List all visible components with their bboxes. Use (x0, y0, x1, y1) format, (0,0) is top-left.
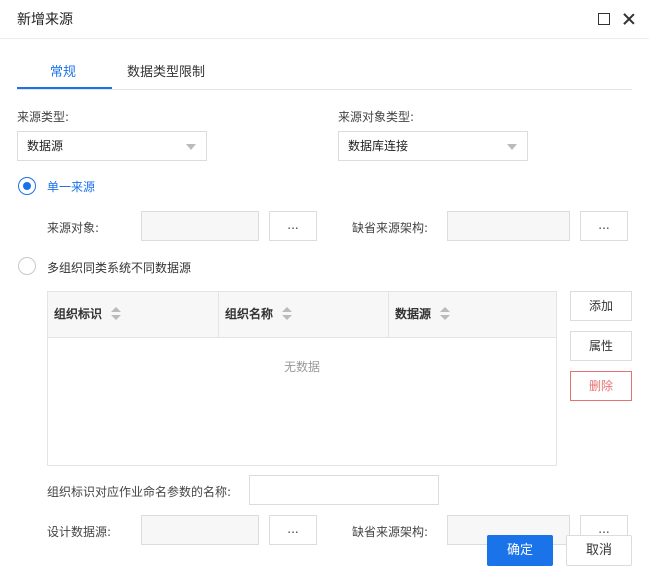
multi-org-label[interactable]: 多组织同类系统不同数据源 (47, 259, 191, 276)
column-header-org-name[interactable]: 组织名称 (218, 292, 388, 338)
design-datasource-label: 设计数据源: (47, 525, 112, 539)
source-object-input[interactable] (141, 211, 259, 241)
table-header-row: 组织标识 组织名称 数据源 (48, 292, 556, 338)
param-name-input[interactable] (249, 475, 439, 505)
cancel-button[interactable]: 取消 (566, 535, 632, 566)
default-schema-browse-button[interactable]: ... (580, 211, 628, 241)
source-type-value: 数据源 (27, 139, 64, 153)
source-object-browse-button[interactable]: ... (269, 211, 317, 241)
chevron-down-icon (507, 144, 517, 150)
ok-button[interactable]: 确定 (487, 535, 553, 566)
default-schema-input[interactable] (447, 211, 570, 241)
sort-icon (440, 307, 450, 321)
default-schema-label: 缺省来源架构: (352, 221, 429, 235)
source-object-type-value: 数据库连接 (348, 139, 409, 153)
column-header-label: 组织名称 (225, 307, 274, 321)
single-source-label[interactable]: 单一来源 (47, 178, 95, 195)
tab-divider (17, 89, 632, 90)
delete-button[interactable]: 删除 (570, 371, 632, 401)
dialog-title: 新增来源 (17, 12, 73, 28)
multi-org-radio[interactable] (18, 257, 36, 275)
sort-icon (282, 307, 292, 321)
column-header-label: 组织标识 (54, 307, 103, 321)
org-table: 组织标识 组织名称 数据源 无数据 (47, 291, 557, 466)
source-object-type-label: 来源对象类型: (338, 110, 415, 124)
properties-button[interactable]: 属性 (570, 331, 632, 361)
tab-data-type-limits[interactable]: 数据类型限制 (127, 61, 205, 80)
maximize-icon[interactable] (597, 12, 611, 26)
multi-default-schema-label: 缺省来源架构: (352, 525, 429, 539)
param-name-label: 组织标识对应作业命名参数的名称: (47, 485, 232, 499)
tab-active-indicator (17, 87, 112, 89)
chevron-down-icon (186, 144, 196, 150)
tab-general[interactable]: 常规 (50, 61, 76, 80)
sort-icon (111, 307, 121, 321)
column-header-data-source[interactable]: 数据源 (388, 292, 556, 338)
title-divider (0, 38, 649, 39)
table-empty-text: 无数据 (283, 360, 320, 374)
design-datasource-browse-button[interactable]: ... (269, 515, 317, 545)
add-button[interactable]: 添加 (570, 291, 632, 321)
source-object-label: 来源对象: (47, 221, 100, 235)
source-type-select[interactable]: 数据源 (17, 131, 207, 161)
single-source-radio[interactable] (18, 177, 36, 195)
close-icon[interactable] (622, 12, 636, 26)
source-object-type-select[interactable]: 数据库连接 (338, 131, 528, 161)
design-datasource-input[interactable] (141, 515, 259, 545)
column-header-label: 数据源 (395, 307, 432, 321)
source-type-label: 来源类型: (17, 110, 70, 124)
column-header-org-id[interactable]: 组织标识 (48, 292, 218, 338)
